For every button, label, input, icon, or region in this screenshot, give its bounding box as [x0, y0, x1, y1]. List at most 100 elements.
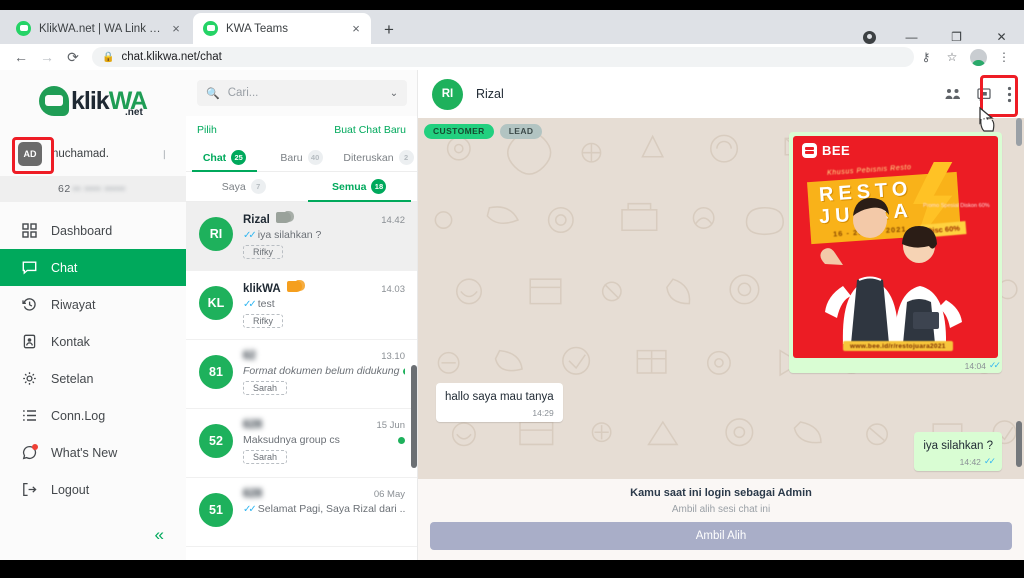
- tab-saya[interactable]: Saya 7: [186, 172, 302, 201]
- table-row[interactable]: 51 628 06 May ✓✓ Selamat Pagi, Saya Riza…: [186, 478, 417, 547]
- sidebar-item-logout[interactable]: Logout: [0, 471, 186, 508]
- close-icon[interactable]: ×: [169, 22, 183, 36]
- takeover-panel: Kamu saat ini login sebagai Admin Ambil …: [418, 479, 1024, 560]
- browser-tab-2[interactable]: KWA Teams ×: [193, 13, 371, 44]
- new-tab-button[interactable]: +: [378, 18, 400, 40]
- whatsapp-favicon: [16, 21, 31, 36]
- search-icon: 🔍: [206, 87, 220, 100]
- header-actions: [945, 86, 1012, 103]
- close-icon[interactable]: ×: [349, 22, 363, 36]
- search-input[interactable]: [227, 87, 382, 99]
- chevron-down-icon[interactable]: ❘: [160, 149, 168, 160]
- brand-logo[interactable]: klikWA .net: [0, 70, 186, 132]
- browser-tab-1[interactable]: KlikWA.net | WA Link Rotator ×: [6, 13, 191, 44]
- takeover-subtitle: Ambil alih sesi chat ini: [671, 504, 771, 515]
- chat-time: 14.03: [381, 284, 405, 295]
- status-badge: 40: [307, 150, 323, 165]
- kebab-menu-icon[interactable]: [1007, 86, 1012, 103]
- table-row[interactable]: 52 628 15 Jun Maksudnya group cs Sarah: [186, 409, 417, 478]
- grid-icon: [21, 223, 37, 239]
- address-bar-url: chat.klikwa.net/chat: [121, 51, 222, 63]
- key-icon[interactable]: ⚷: [914, 46, 938, 68]
- reload-icon[interactable]: ⟳: [60, 45, 86, 69]
- sidebar-item-chat[interactable]: Chat: [0, 249, 186, 286]
- sidebar-item-kontak[interactable]: Kontak: [0, 323, 186, 360]
- chat-preview: test: [257, 298, 275, 310]
- message-row: iya silahkan ? 14:42 ✓✓: [436, 431, 1002, 472]
- user-avatar[interactable]: AD: [18, 142, 42, 166]
- tab-label: Semua: [332, 180, 367, 193]
- tab-semua[interactable]: Semua 18: [302, 172, 418, 202]
- avatar: 52: [199, 424, 233, 458]
- chat-name: 628: [243, 419, 263, 431]
- tab-baru[interactable]: Baru 40: [263, 144, 340, 171]
- avatar[interactable]: [966, 46, 990, 68]
- chat-time: 14.42: [381, 215, 405, 226]
- omnibox-actions: ⚷ ☆ ⋮: [914, 46, 1016, 68]
- browser-tab-title: KWA Teams: [226, 22, 288, 35]
- search-box[interactable]: 🔍 ⌄: [197, 80, 408, 106]
- user-name: nuchamad.: [52, 148, 109, 160]
- incoming-message-bubble[interactable]: hallo saya mau tanya 14:29: [436, 383, 563, 422]
- logout-arrow-icon: [21, 482, 37, 498]
- new-chat-link[interactable]: Buat Chat Baru: [334, 124, 406, 136]
- sidebar-item-conn-log[interactable]: Conn.Log: [0, 397, 186, 434]
- chat-list[interactable]: RI Rizal 14.42 ✓✓ iya silahkan ? Rifky K…: [186, 202, 417, 560]
- sidebar-item-whats-new[interactable]: What's New: [0, 434, 186, 471]
- sidebar-item-label: Setelan: [51, 371, 94, 386]
- sidebar-item-setelan[interactable]: Setelan: [0, 360, 186, 397]
- promo-brand: BEE: [822, 143, 851, 158]
- scrollbar[interactable]: [411, 365, 417, 468]
- message-area[interactable]: CUSTOMER LEAD BEE Khusus Pebisnis Resto …: [418, 118, 1024, 479]
- table-row[interactable]: RI Rizal 14.42 ✓✓ iya silahkan ? Rifky: [186, 202, 417, 271]
- search-bar: 🔍 ⌄: [186, 70, 417, 116]
- list-icon: [21, 408, 37, 424]
- group-members-icon[interactable]: [945, 88, 961, 101]
- lock-icon: 🔒: [102, 51, 115, 63]
- unread-dot: [398, 436, 405, 444]
- bee-logo-icon: [802, 143, 817, 158]
- tab-chat[interactable]: Chat 25: [186, 144, 263, 172]
- avatar: RI: [432, 78, 463, 110]
- status-badge: 7: [250, 179, 266, 194]
- secondary-tabs: Saya 7 Semua 18: [186, 172, 417, 202]
- status-badge[interactable]: CUSTOMER: [424, 124, 494, 139]
- page-viewport: klikWA .net AD nuchamad. ❘ 62 •• •••• ••…: [0, 70, 1024, 560]
- chevron-down-icon[interactable]: ⌄: [390, 88, 398, 99]
- mouse-cursor: [979, 106, 995, 132]
- browser-menu-icon[interactable]: ⋮: [992, 46, 1016, 68]
- chat-name: Rizal: [243, 214, 270, 226]
- history-clock-icon: [21, 297, 37, 313]
- back-icon[interactable]: ←: [8, 45, 34, 69]
- sidebar-item-label: Riwayat: [51, 297, 96, 312]
- forward-icon[interactable]: →: [34, 45, 60, 69]
- outgoing-message-bubble[interactable]: iya silahkan ? 14:42 ✓✓: [914, 431, 1002, 472]
- primary-tabs: Chat 25 Baru 40 Diteruskan 2: [186, 144, 417, 172]
- table-row[interactable]: KL klikWA 14.03 ✓✓ test Rifky: [186, 271, 417, 340]
- sidebar-item-dashboard[interactable]: Dashboard: [0, 212, 186, 249]
- collapse-sidebar-button[interactable]: «: [155, 526, 164, 543]
- status-badge[interactable]: LEAD: [499, 124, 543, 139]
- image-message-bubble[interactable]: BEE Khusus Pebisnis Resto RESTO JUARA 16…: [789, 132, 1002, 373]
- sidebar-item-label: What's New: [51, 445, 118, 460]
- note-flag-icon[interactable]: [977, 87, 991, 101]
- user-phone-masked: •• •••• •••••: [72, 183, 126, 195]
- sidebar-user-row[interactable]: AD nuchamad. ❘: [0, 132, 186, 176]
- gear-icon: [21, 371, 37, 387]
- scrollbar[interactable]: [1016, 118, 1022, 146]
- table-row[interactable]: 81 62 13.10 Format dokumen belum didukun…: [186, 340, 417, 409]
- chat-list-panel: 🔍 ⌄ Pilih Buat Chat Baru Chat 25 Baru 40: [186, 70, 418, 560]
- conversation-panel: RI Rizal CUSTOMER LEAD BEE Khusus Pebisn…: [418, 70, 1024, 560]
- tab-label: Saya: [221, 180, 246, 193]
- address-bar[interactable]: 🔒 chat.klikwa.net/chat: [92, 47, 914, 67]
- takeover-button[interactable]: Ambil Alih: [430, 522, 1012, 550]
- assignee-badge: Sarah: [243, 450, 288, 464]
- scrollbar[interactable]: [1016, 421, 1022, 467]
- tab-label: Chat: [202, 151, 227, 164]
- select-link[interactable]: Pilih: [197, 124, 217, 136]
- chat-preview: Maksudnya group cs: [243, 434, 340, 446]
- sidebar-item-riwayat[interactable]: Riwayat: [0, 286, 186, 323]
- star-bookmark-icon[interactable]: ☆: [940, 46, 964, 68]
- whatsapp-icon: [21, 443, 38, 461]
- tab-diteruskan[interactable]: Diteruskan 2: [340, 144, 417, 171]
